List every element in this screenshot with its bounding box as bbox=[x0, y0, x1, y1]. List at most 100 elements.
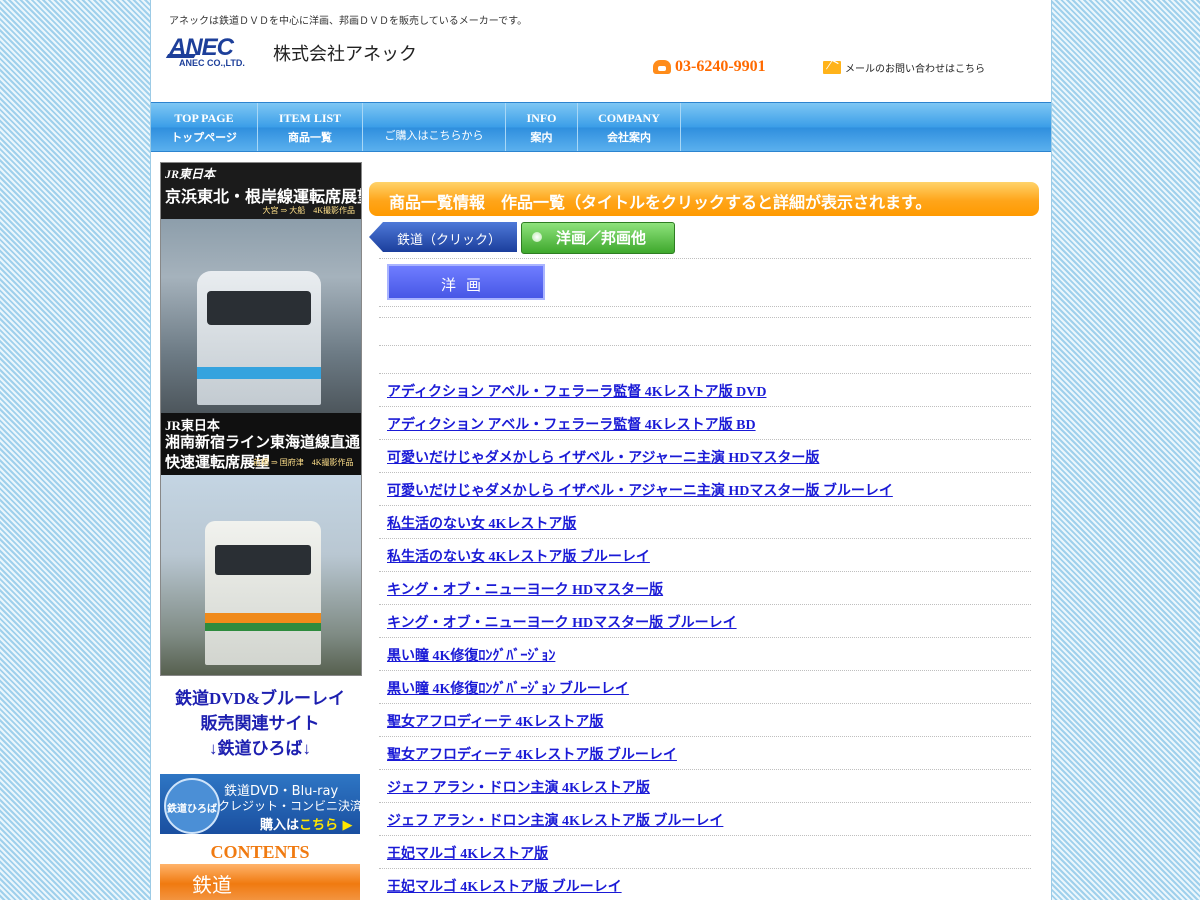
shonan-train-image bbox=[161, 475, 361, 675]
item-title-link[interactable]: キング・オブ・ニューヨーク HDマスター版 bbox=[387, 579, 663, 599]
section-title: 商品一覧情報 作品一覧（タイトルをクリックすると詳細が表示されます。 bbox=[389, 195, 932, 212]
site-tagline: アネックは鉄道ＤＶＤを中心に洋画、邦画ＤＶＤを販売しているメーカーです。 bbox=[169, 16, 528, 27]
company-name: 株式会社アネック bbox=[273, 44, 417, 64]
phone-icon bbox=[653, 60, 671, 74]
tetsudo-hiroba-banner[interactable]: 鉄道ひろば 鉄道DVD・Blu-ray クレジット・コンビニ決済の 購入はこちら… bbox=[160, 774, 360, 834]
nav-label: ご購入はこちらから bbox=[384, 130, 484, 142]
category-tabs: 鉄道（クリック） 洋画／邦画他 bbox=[369, 222, 1039, 254]
list-item: 可愛いだけじゃダメかしら イザベル・アジャーニ主演 HDマスター版 bbox=[379, 439, 1031, 472]
list-item: アディクション アベル・フェラーラ監督 4Kレストア版 BD bbox=[379, 406, 1031, 439]
item-title-link[interactable]: 私生活のない女 4Kレストア版 ブルーレイ bbox=[387, 546, 650, 566]
item-title-link[interactable]: 王妃マルゴ 4Kレストア版 ブルーレイ bbox=[387, 876, 622, 896]
western-movies-button[interactable]: 洋画 bbox=[387, 264, 545, 300]
divider bbox=[379, 345, 1031, 346]
nav-label-en: ITEM LIST bbox=[278, 111, 342, 125]
nav-item-list[interactable]: ITEM LIST 商品一覧 bbox=[258, 103, 363, 151]
banner-text: 湘南新宿ライン東海道線直通 bbox=[165, 433, 361, 451]
list-item: 可愛いだけじゃダメかしら イザベル・アジャーニ主演 HDマスター版 ブルーレイ bbox=[379, 472, 1031, 505]
list-item: 黒い瞳 4K修復ﾛﾝｸﾞﾊﾞｰｼﾞｮﾝ bbox=[379, 637, 1031, 670]
nav-company[interactable]: COMPANY 会社案内 bbox=[578, 103, 681, 151]
banner-title-top: JR東日本 京浜東北・根岸線運転席展望 大宮 ⇒ 大船 4K撮影作品 bbox=[161, 163, 361, 219]
list-item: 王妃マルゴ 4Kレストア版 bbox=[379, 835, 1031, 868]
list-item: 黒い瞳 4K修復ﾛﾝｸﾞﾊﾞｰｼﾞｮﾝ ブルーレイ bbox=[379, 670, 1031, 703]
anec-logo[interactable]: ANEC ANEC CO.,LTD. bbox=[165, 34, 279, 70]
list-item: 王妃マルゴ 4Kレストア版 ブルーレイ bbox=[379, 868, 1031, 900]
contents-rail-label: 鉄道 bbox=[192, 873, 232, 897]
list-item: 聖女アフロディーテ 4Kレストア版 ブルーレイ bbox=[379, 736, 1031, 769]
list-item: 聖女アフロディーテ 4Kレストア版 bbox=[379, 703, 1031, 736]
item-title-link[interactable]: 可愛いだけじゃダメかしら イザベル・アジャーニ主演 HDマスター版 bbox=[387, 447, 819, 467]
phone-number-text: 03-6240-9901 bbox=[675, 58, 766, 75]
nav-label-ja: トップページ bbox=[171, 132, 237, 144]
mail-contact-link[interactable]: メールのお問い合わせはこちら bbox=[823, 60, 985, 75]
rail-text-line: ↓鉄道ひろば↓ bbox=[209, 739, 311, 758]
list-item: 私生活のない女 4Kレストア版 ブルーレイ bbox=[379, 538, 1031, 571]
train-body bbox=[205, 521, 321, 665]
item-title-link[interactable]: 聖女アフロディーテ 4Kレストア版 bbox=[387, 711, 603, 731]
item-title-link[interactable]: 黒い瞳 4K修復ﾛﾝｸﾞﾊﾞｰｼﾞｮﾝ bbox=[387, 645, 555, 665]
rail-site-text: 鉄道DVD&ブルーレイ 販売関連サイト ↓鉄道ひろば↓ bbox=[160, 686, 360, 761]
banner-text-part: 購入は bbox=[260, 818, 300, 833]
main-nav: TOP PAGE トップページ ITEM LIST 商品一覧 ご購入はこちらから… bbox=[151, 102, 1051, 152]
mail-contact-text: メールのお問い合わせはこちら bbox=[845, 64, 985, 75]
nav-top-page[interactable]: TOP PAGE トップページ bbox=[151, 103, 258, 151]
item-title-link[interactable]: アディクション アベル・フェラーラ監督 4Kレストア版 DVD bbox=[387, 381, 766, 401]
nav-label-ja: 会社案内 bbox=[607, 132, 651, 144]
list-item: キング・オブ・ニューヨーク HDマスター版 bbox=[379, 571, 1031, 604]
train-stripe bbox=[197, 367, 321, 379]
divider bbox=[379, 306, 1031, 307]
contents-rail-button[interactable]: 鉄道 bbox=[160, 864, 360, 900]
page-wrapper: アネックは鉄道ＤＶＤを中心に洋画、邦画ＤＶＤを販売しているメーカーです。 ANE… bbox=[150, 0, 1052, 900]
rail-text-line: 販売関連サイト bbox=[200, 714, 320, 733]
item-title-link[interactable]: 私生活のない女 4Kレストア版 bbox=[387, 513, 576, 533]
list-item: ジェフ アラン・ドロン主演 4Kレストア版 bbox=[379, 769, 1031, 802]
banner-text: 京浜東北・根岸線運転席展望 bbox=[165, 187, 362, 206]
train-window bbox=[215, 545, 311, 575]
logo-subtext: ANEC CO.,LTD. bbox=[179, 58, 245, 68]
list-item: ジェフ アラン・ドロン主演 4Kレストア版 ブルーレイ bbox=[379, 802, 1031, 835]
nav-label-en: COMPANY bbox=[598, 111, 660, 125]
banner-text: 購入はこちら ▶ bbox=[260, 814, 353, 833]
list-item: キング・オブ・ニューヨーク HDマスター版 ブルーレイ bbox=[379, 604, 1031, 637]
item-title-link[interactable]: キング・オブ・ニューヨーク HDマスター版 ブルーレイ bbox=[387, 612, 737, 632]
nav-label-ja: 商品一覧 bbox=[288, 132, 332, 144]
divider bbox=[379, 258, 1031, 259]
train-stripe-green bbox=[205, 623, 321, 631]
item-title-link[interactable]: 可愛いだけじゃダメかしら イザベル・アジャーニ主演 HDマスター版 ブルーレイ bbox=[387, 480, 893, 500]
banner-text: JR東日本 bbox=[165, 167, 216, 181]
nav-label-en: INFO bbox=[526, 111, 557, 125]
item-title-link[interactable]: ジェフ アラン・ドロン主演 4Kレストア版 bbox=[387, 777, 650, 797]
banner-text-highlight: こちら ▶ bbox=[299, 818, 353, 833]
item-title-link[interactable]: 黒い瞳 4K修復ﾛﾝｸﾞﾊﾞｰｼﾞｮﾝ ブルーレイ bbox=[387, 678, 629, 698]
item-title-link[interactable]: 王妃マルゴ 4Kレストア版 bbox=[387, 843, 548, 863]
tab-movies[interactable]: 洋画／邦画他 bbox=[521, 222, 675, 254]
banner-text: 前橋 ⇒ 国府津 4K撮影作品 bbox=[253, 458, 354, 467]
phone-number: 03-6240-9901 bbox=[653, 58, 766, 76]
nav-purchase[interactable]: ご購入はこちらから bbox=[363, 103, 506, 151]
rail-text-line: 鉄道DVD&ブルーレイ bbox=[175, 689, 345, 708]
hiroba-badge: 鉄道ひろば bbox=[164, 778, 220, 834]
nav-label-en: TOP PAGE bbox=[174, 111, 234, 125]
item-title-link[interactable]: アディクション アベル・フェラーラ監督 4Kレストア版 BD bbox=[387, 414, 756, 434]
item-title-link[interactable]: ジェフ アラン・ドロン主演 4Kレストア版 ブルーレイ bbox=[387, 810, 723, 830]
item-title-link[interactable]: 聖女アフロディーテ 4Kレストア版 ブルーレイ bbox=[387, 744, 677, 764]
logo-mark: ANEC bbox=[169, 34, 234, 61]
banner-text: クレジット・コンビニ決済の bbox=[218, 799, 360, 813]
mail-icon bbox=[823, 61, 841, 74]
rail-dvd-banner[interactable]: JR東日本 京浜東北・根岸線運転席展望 大宮 ⇒ 大船 4K撮影作品 JR東日本… bbox=[160, 162, 362, 676]
tab-rail-label: 鉄道（クリック） bbox=[397, 233, 502, 248]
divider bbox=[379, 317, 1031, 318]
list-item: 私生活のない女 4Kレストア版 bbox=[379, 505, 1031, 538]
section-title-bar: 商品一覧情報 作品一覧（タイトルをクリックすると詳細が表示されます。 bbox=[369, 182, 1039, 216]
banner-title-middle: JR東日本 湘南新宿ライン東海道線直通 快速運転席展望 前橋 ⇒ 国府津 4K撮… bbox=[161, 413, 361, 475]
train-window bbox=[207, 291, 311, 325]
item-list: アディクション アベル・フェラーラ監督 4Kレストア版 DVD アディクション ア… bbox=[379, 373, 1031, 900]
tab-rail[interactable]: 鉄道（クリック） bbox=[369, 222, 517, 252]
train-stripe-orange bbox=[205, 613, 321, 623]
hiroba-badge-text: 鉄道ひろば bbox=[167, 804, 217, 815]
contents-heading: CONTENTS bbox=[210, 842, 310, 862]
radio-dot-icon bbox=[532, 232, 542, 242]
keihin-train-image bbox=[161, 219, 361, 413]
western-movies-label: 洋画 bbox=[440, 276, 491, 294]
nav-info[interactable]: INFO 案内 bbox=[506, 103, 578, 151]
